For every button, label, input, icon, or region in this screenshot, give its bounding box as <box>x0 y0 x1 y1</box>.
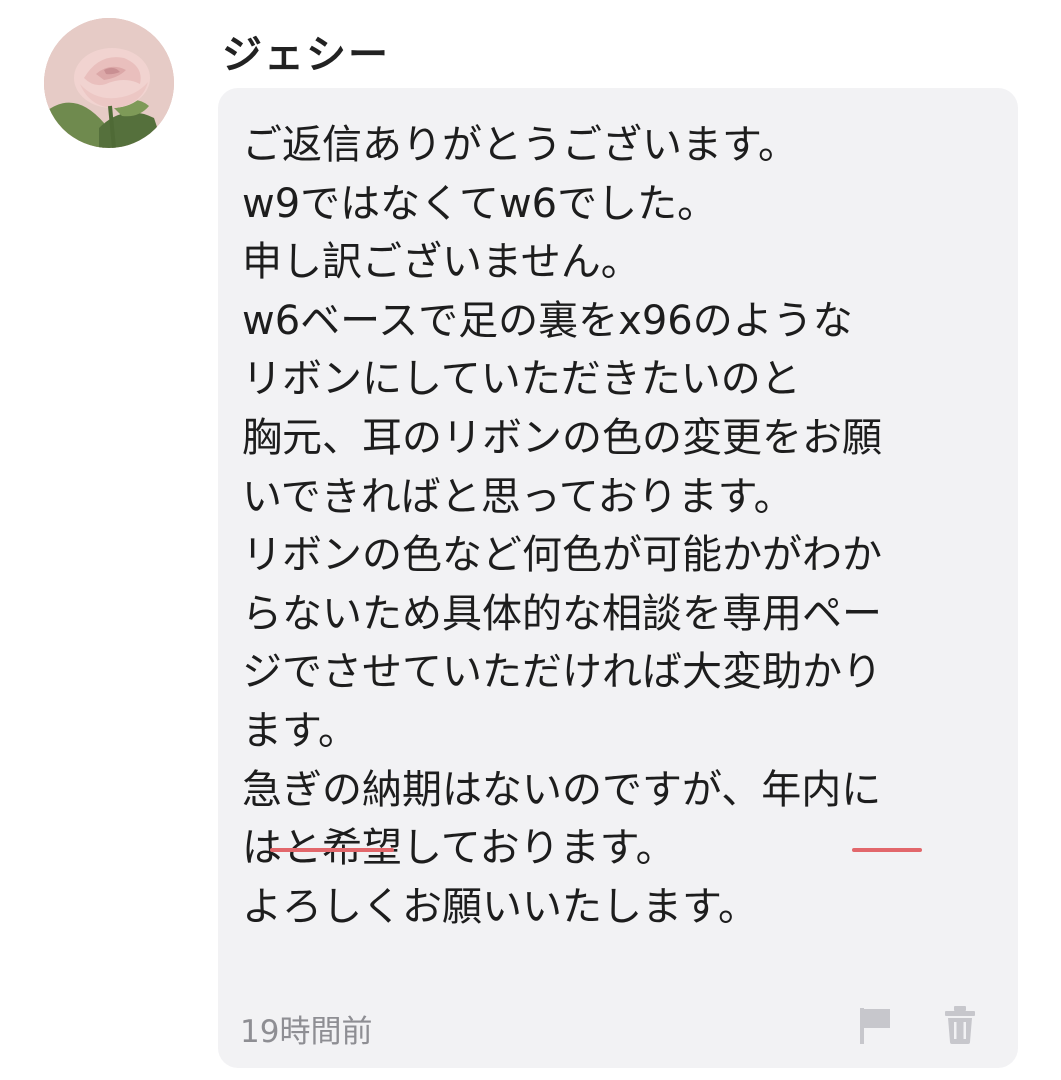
message-line: リボンにしていただきたいのと <box>242 356 801 403</box>
flag-icon[interactable] <box>858 1006 892 1044</box>
message-line: w6ベースで足の裏をx96のような <box>242 297 853 344</box>
author-name[interactable]: ジェシー <box>222 22 390 80</box>
timestamp: 19時間前 <box>240 1014 373 1050</box>
message-line: 急ぎの納期はないのですが、年内に <box>242 766 882 813</box>
rose-icon <box>44 18 174 148</box>
message-line: らないため具体的な相談を専用ペー <box>242 590 882 637</box>
trash-icon[interactable] <box>944 1006 976 1044</box>
message-text: ご返信ありがとうございます。 w9ではなくてw6でした。 申し訳ございません。 … <box>242 116 998 936</box>
message-bubble: ご返信ありがとうございます。 w9ではなくてw6でした。 申し訳ございません。 … <box>218 88 1018 1068</box>
message-line: w9ではなくてw6でした。 <box>242 180 718 227</box>
avatar[interactable] <box>44 18 174 148</box>
message-line: いできればと思っております。 <box>242 473 794 520</box>
message-line: ます。 <box>242 707 358 754</box>
message-line: 胸元、耳のリボンの色の変更をお願 <box>242 414 882 461</box>
message-line: リボンの色など何色が可能かがわか <box>242 532 882 579</box>
message-line: 申し訳ございません。 <box>242 239 641 286</box>
message-line: ご返信ありがとうございます。 <box>242 122 798 168</box>
message-line: ジでさせていただければ大変助かり <box>242 649 882 696</box>
highlight-underline <box>270 848 394 852</box>
highlight-underline <box>852 848 922 852</box>
message-line: よろしくお願いいたします。 <box>242 883 758 930</box>
